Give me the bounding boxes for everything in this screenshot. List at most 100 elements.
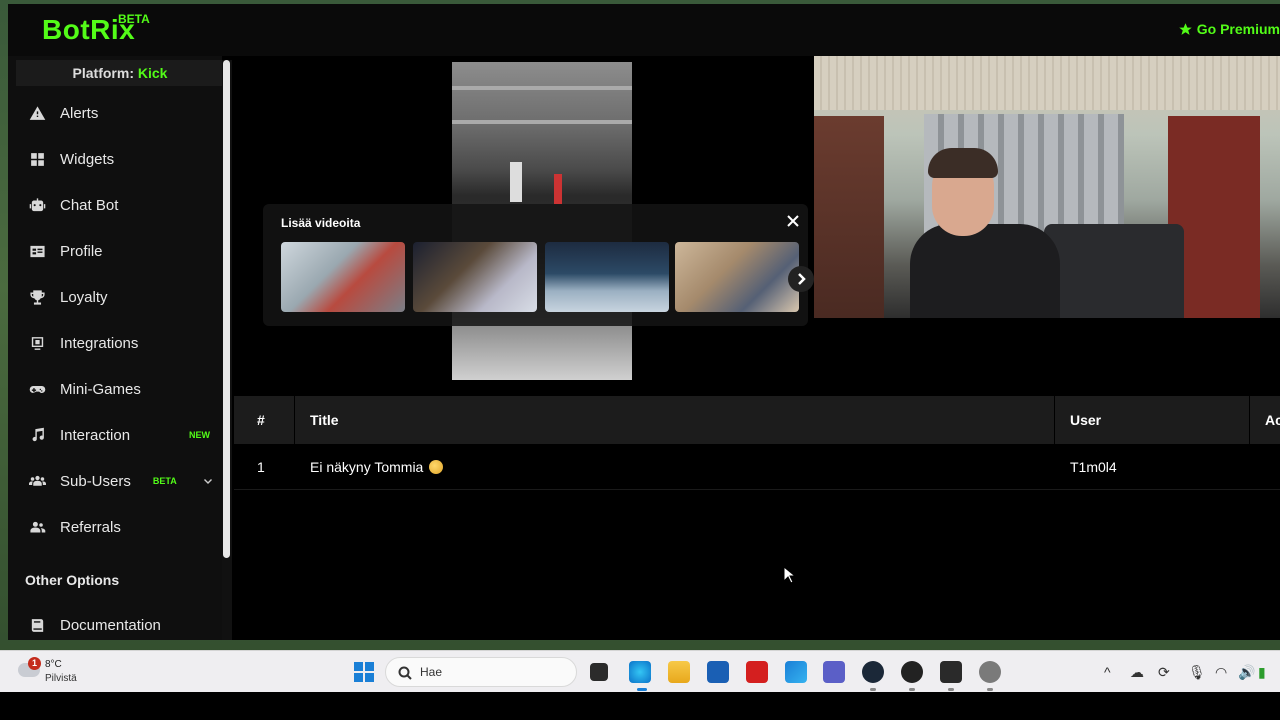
row-user: T1m0l4 (1070, 459, 1117, 475)
sidebar-item-integrations[interactable]: Integrations (20, 324, 220, 362)
sidebar-item-label: Chat Bot (60, 196, 119, 214)
active-indicator (637, 688, 647, 691)
screen-bottom-edge (0, 692, 1280, 720)
video-thumbnail[interactable] (413, 242, 537, 312)
platform-label: Platform: (72, 65, 134, 81)
webcam-ceiling (814, 56, 1280, 110)
sidebar-item-interaction[interactable]: Interaction NEW (20, 416, 220, 454)
cloud-sync-icon[interactable]: ☁ (1130, 664, 1144, 681)
search-placeholder: Hae (420, 665, 443, 679)
trophy-icon (28, 288, 46, 306)
volume-icon[interactable]: 🔊 (1238, 664, 1255, 681)
brand-beta-badge: BETA (118, 12, 150, 26)
webcam-person-hair (928, 148, 998, 178)
sidebar-item-chat-bot[interactable]: Chat Bot (20, 186, 220, 224)
beta-badge: BETA (152, 476, 177, 486)
column-header-user: User (1070, 412, 1102, 428)
weather-widget[interactable]: 1 8°C Pilvistä (18, 657, 98, 687)
users-icon (28, 472, 46, 490)
table-row[interactable]: 1 Ei näkyny Tommia T1m0l4 (234, 444, 1280, 490)
running-indicator (987, 688, 993, 691)
running-indicator (948, 688, 954, 691)
windows-start-icon[interactable] (354, 662, 374, 682)
emoji-icon (429, 460, 444, 474)
sidebar-item-label: Integrations (60, 334, 139, 352)
l-app-icon[interactable] (746, 661, 768, 683)
scrollbar-thumb[interactable] (223, 60, 230, 558)
row-title-text: Ei näkyny Tommia (310, 459, 424, 475)
id-card-icon (28, 242, 46, 260)
robot-icon (28, 196, 46, 214)
top-bar: BotRix BETA Go Premium (8, 4, 1280, 56)
star-icon (1179, 22, 1192, 35)
running-indicator (870, 688, 876, 691)
sidebar-item-profile[interactable]: Profile (20, 232, 220, 270)
sidebar-item-alerts[interactable]: Alerts (20, 94, 220, 132)
more-videos-title: Lisää videoita (281, 216, 361, 230)
table-header: # Title User Ac (234, 396, 1280, 444)
webcam-feed (814, 56, 1280, 318)
column-separator (1054, 396, 1055, 444)
wifi-icon[interactable]: ◠ (1215, 664, 1227, 681)
webcam-person (910, 224, 1060, 318)
video-thumbnail[interactable] (545, 242, 669, 312)
grid-icon (28, 150, 46, 168)
microphone-icon[interactable]: 🎙 (1188, 664, 1206, 681)
video-thumbnail[interactable] (675, 242, 799, 312)
column-header-title: Title (310, 412, 339, 428)
webcam-chair (1044, 224, 1184, 318)
sidebar-item-label: Alerts (60, 104, 99, 122)
ceiling-beam (452, 120, 632, 124)
go-premium-button[interactable]: Go Premium (1178, 21, 1280, 37)
notification-badge: 1 (28, 657, 41, 670)
sidebar-item-label: Documentation (60, 616, 161, 634)
sidebar-item-documentation[interactable]: Documentation (20, 606, 220, 640)
taskbar-search[interactable]: Hae (385, 657, 577, 687)
column-header-actions: Ac (1265, 412, 1280, 428)
platform-indicator: Platform: Kick (16, 60, 224, 86)
new-badge: NEW (189, 430, 210, 440)
gamepad-icon (28, 380, 46, 398)
desktop: BotRix BETA Go Premium Platform: Kick Al… (0, 0, 1280, 720)
integration-icon (28, 334, 46, 352)
sidebar-item-widgets[interactable]: Widgets (20, 140, 220, 178)
warning-icon (28, 104, 46, 122)
refresh-icon[interactable]: ⟳ (1158, 664, 1170, 681)
weather-temperature: 8°C (45, 659, 62, 670)
sidebar-item-label: Widgets (60, 150, 115, 168)
task-view-icon[interactable] (590, 663, 608, 681)
battery-icon[interactable]: ▮ (1258, 664, 1266, 681)
outlook-icon[interactable] (785, 661, 807, 683)
close-icon[interactable] (786, 214, 800, 228)
sidebar-item-label: Mini-Games (60, 380, 141, 398)
store-icon[interactable] (707, 661, 729, 683)
sidebar-item-referrals[interactable]: Referrals (20, 508, 220, 546)
more-videos-overlay: Lisää videoita (263, 204, 814, 326)
ceiling-beam (452, 86, 632, 90)
file-explorer-icon[interactable] (668, 661, 690, 683)
chevron-down-icon[interactable] (202, 475, 214, 487)
edge-browser-icon[interactable] (629, 661, 651, 683)
settings-gear-icon[interactable] (979, 661, 1001, 683)
browser-content: BotRix BETA Go Premium Platform: Kick Al… (8, 4, 1280, 640)
teams-icon[interactable] (823, 661, 845, 683)
sidebar-item-mini-games[interactable]: Mini-Games (20, 370, 220, 408)
obs-icon[interactable] (901, 661, 923, 683)
other-options-heading: Other Options (25, 572, 120, 588)
chevron-right-icon[interactable] (788, 266, 814, 292)
video-thumbnail[interactable] (281, 242, 405, 312)
sidebar-item-loyalty[interactable]: Loyalty (20, 278, 220, 316)
steam-icon[interactable] (862, 661, 884, 683)
sidebar-scrollbar[interactable] (222, 60, 232, 640)
go-premium-label: Go Premium (1196, 21, 1280, 37)
chevron-up-icon[interactable]: ^ (1104, 664, 1111, 680)
platform-value: Kick (137, 65, 168, 81)
epic-games-icon[interactable] (940, 661, 962, 683)
sidebar-item-label: Sub-Users (60, 472, 131, 490)
weather-condition: Pilvistä (45, 673, 77, 684)
book-icon (28, 616, 46, 634)
sidebar-item-sub-users[interactable]: Sub-Users BETA (20, 462, 220, 500)
sidebar-item-label: Profile (60, 242, 103, 260)
column-separator (294, 396, 295, 444)
row-title: Ei näkyny Tommia (310, 444, 444, 490)
